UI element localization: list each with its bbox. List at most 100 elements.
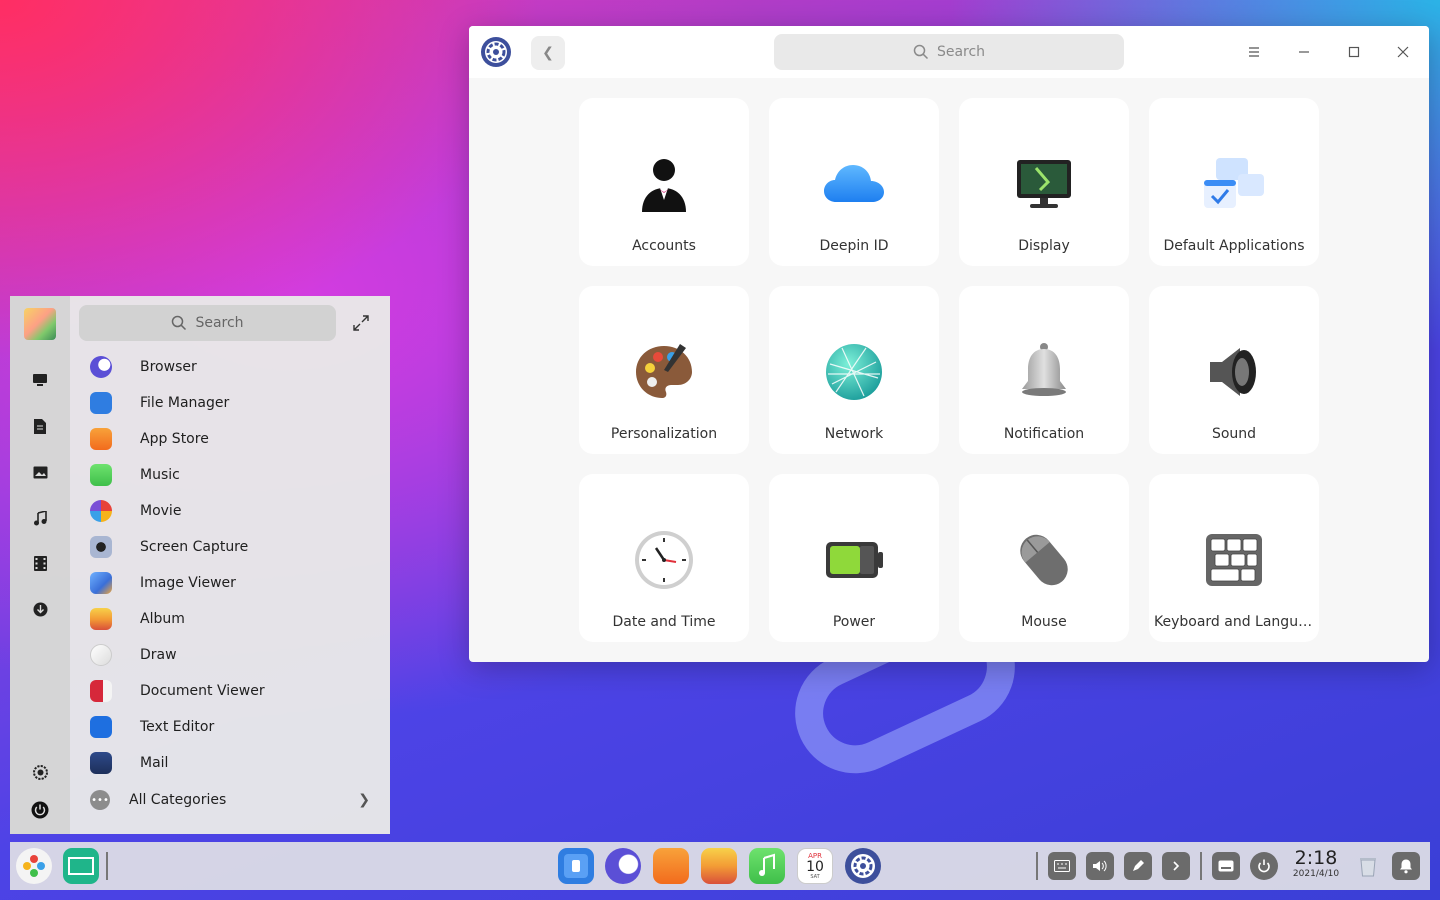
tile-network[interactable]: Network: [769, 286, 939, 454]
list-item-browser[interactable]: Browser: [90, 349, 380, 385]
tray-expand-button[interactable]: [1162, 852, 1190, 880]
clock-date: 2021/4/10: [1292, 869, 1340, 879]
maximize-icon: [1348, 46, 1360, 58]
tray-power-button[interactable]: [1250, 852, 1278, 880]
list-item-app-store[interactable]: App Store: [90, 421, 380, 457]
music-app-icon: [90, 464, 112, 486]
app-name: App Store: [140, 431, 209, 447]
text-editor-icon: [90, 716, 112, 738]
tray-volume-button[interactable]: [1086, 852, 1114, 880]
control-center-window: ❮ Search Accounts Deepin ID Display Defa…: [469, 26, 1429, 662]
minimize-icon: [1299, 51, 1309, 53]
album-icon: [90, 608, 112, 630]
draw-icon: [90, 644, 112, 666]
tile-mouse[interactable]: Mouse: [959, 474, 1129, 642]
maximize-button[interactable]: [1341, 39, 1367, 65]
camera-icon: [90, 536, 112, 558]
list-item-file-manager[interactable]: File Manager: [90, 385, 380, 421]
film-icon: [33, 555, 47, 571]
pen-icon: [1133, 860, 1144, 871]
keyboard-icon: [1206, 534, 1262, 586]
notification-center-button[interactable]: [1392, 852, 1420, 880]
app-store-icon: [90, 428, 112, 450]
display-icon: [1017, 160, 1071, 208]
list-item-draw[interactable]: Draw: [90, 637, 380, 673]
list-item-album[interactable]: Album: [90, 601, 380, 637]
music-note-icon: [34, 510, 47, 525]
tray-onscreen-keyboard-button[interactable]: [1212, 852, 1240, 880]
list-item-text-editor[interactable]: Text Editor: [90, 709, 380, 745]
tile-personalization[interactable]: Personalization: [579, 286, 749, 454]
dock-control-center[interactable]: [845, 848, 881, 884]
tile-notification[interactable]: Notification: [959, 286, 1129, 454]
list-item-mail[interactable]: Mail: [90, 745, 380, 781]
sidebar-pictures-button[interactable]: [30, 462, 50, 482]
tile-keyboard-and-language[interactable]: Keyboard and Langua...: [1149, 474, 1319, 642]
dock-calendar[interactable]: APR 10 SAT: [797, 848, 833, 884]
fullscreen-expand-icon[interactable]: [352, 314, 370, 332]
keyboard-icon: [1054, 860, 1070, 872]
tile-label: Notification: [1003, 426, 1085, 442]
sidebar-power-button[interactable]: [30, 800, 50, 820]
control-center-search-input[interactable]: Search: [774, 34, 1124, 70]
app-name: Music: [140, 467, 180, 483]
sidebar-settings-button[interactable]: [30, 762, 50, 782]
browser-icon: [90, 356, 112, 378]
sidebar-videos-button[interactable]: [30, 553, 50, 573]
search-placeholder: Search: [936, 44, 986, 60]
menu-button[interactable]: [1241, 39, 1267, 65]
tile-deepin-id[interactable]: Deepin ID: [769, 98, 939, 266]
list-item-image-viewer[interactable]: Image Viewer: [90, 565, 380, 601]
sidebar-downloads-button[interactable]: [30, 599, 50, 619]
control-center-titlebar: ❮ Search: [469, 26, 1429, 78]
clock-time[interactable]: 2:18: [1293, 847, 1339, 869]
default-applications-icon: [1204, 158, 1264, 208]
tray-pen-button[interactable]: [1124, 852, 1152, 880]
app-name: File Manager: [140, 395, 230, 411]
dock-browser[interactable]: [605, 848, 641, 884]
control-center-icon: [851, 854, 875, 878]
tile-default-applications[interactable]: Default Applications: [1149, 98, 1319, 266]
user-avatar[interactable]: [24, 308, 56, 340]
trash-button[interactable]: [1354, 852, 1382, 880]
launcher-search-input[interactable]: Search: [79, 305, 336, 341]
dock-file-manager[interactable]: [558, 848, 594, 884]
app-name: Document Viewer: [140, 683, 265, 699]
list-item-movie[interactable]: Movie: [90, 493, 380, 529]
settings-module-grid: Accounts Deepin ID Display Default Appli…: [579, 98, 1319, 642]
multitask-view-button[interactable]: [63, 848, 99, 884]
tile-power[interactable]: Power: [769, 474, 939, 642]
chevron-right-icon: ❯: [358, 792, 370, 808]
back-button[interactable]: ❮: [531, 36, 565, 70]
all-categories-button[interactable]: ••• All Categories ❯: [90, 786, 380, 814]
tile-sound[interactable]: Sound: [1149, 286, 1319, 454]
app-name: Movie: [140, 503, 182, 519]
dock-app-store[interactable]: [653, 848, 689, 884]
tile-label: Default Applications: [1163, 238, 1305, 254]
tile-label: Deepin ID: [819, 238, 889, 254]
dock-music[interactable]: [749, 848, 785, 884]
onscreen-keyboard-icon: [1218, 860, 1234, 872]
search-icon: [913, 44, 928, 60]
tile-accounts[interactable]: Accounts: [579, 98, 749, 266]
tile-label: Power: [832, 614, 876, 630]
more-dots-icon: •••: [90, 790, 110, 810]
tile-label: Mouse: [1021, 614, 1067, 630]
list-item-document-viewer[interactable]: Document Viewer: [90, 673, 380, 709]
dock-album[interactable]: [701, 848, 737, 884]
dock-separator: [1200, 852, 1202, 880]
app-name: Draw: [140, 647, 177, 663]
movie-icon: [90, 500, 112, 522]
palette-icon: [636, 344, 692, 398]
tile-display[interactable]: Display: [959, 98, 1129, 266]
close-button[interactable]: [1390, 39, 1416, 65]
tray-keyboard-button[interactable]: [1048, 852, 1076, 880]
sidebar-computer-button[interactable]: [30, 370, 50, 390]
sidebar-music-button[interactable]: [30, 508, 50, 528]
launcher-button[interactable]: [16, 848, 52, 884]
tile-date-and-time[interactable]: Date and Time: [579, 474, 749, 642]
sidebar-documents-button[interactable]: [30, 416, 50, 436]
list-item-screen-capture[interactable]: Screen Capture: [90, 529, 380, 565]
list-item-music[interactable]: Music: [90, 457, 380, 493]
minimize-button[interactable]: [1291, 39, 1317, 65]
